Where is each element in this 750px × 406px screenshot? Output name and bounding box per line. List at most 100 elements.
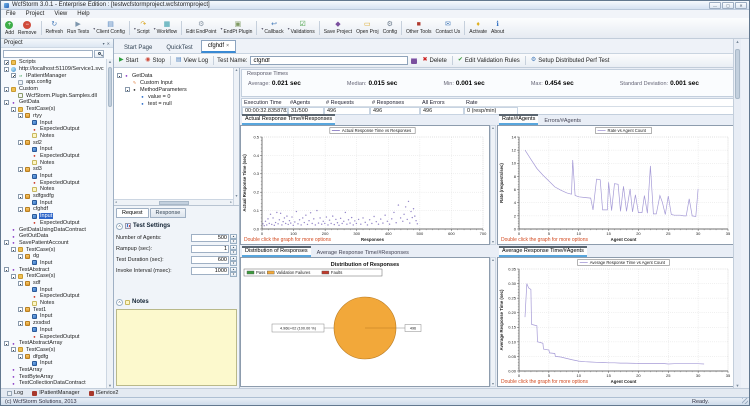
tree-item[interactable]: ● ExpectedOutput: [1, 293, 106, 300]
tree-item[interactable]: ● GetData: [1, 99, 106, 106]
spinner-down-icon[interactable]: ▾: [230, 238, 237, 244]
tab-quicktest[interactable]: QuickTest: [160, 43, 198, 53]
spinner-down-icon[interactable]: ▾: [230, 249, 237, 255]
collapse-icon[interactable]: ^: [116, 222, 123, 230]
spinner-down-icon[interactable]: ▾: [230, 260, 237, 266]
chart-canvas[interactable]: 0 5 10 15 20 25 30 35 0 2 4 6 8 10 12 14 Agent Count Rate…: [497, 125, 735, 245]
tree-item[interactable]: ● TestByteArray: [1, 373, 106, 380]
dropdown-icon[interactable]: ▾: [93, 26, 95, 31]
tree-item[interactable]: TestCase(s): [1, 106, 106, 113]
tree-item[interactable]: Notes: [1, 159, 106, 166]
client-config-button[interactable]: ▾ ▤ Client Config: [91, 19, 127, 37]
tree-item[interactable]: ● TestAbstract: [1, 266, 106, 273]
notes-textarea[interactable]: [116, 309, 237, 386]
resize-grip[interactable]: [742, 398, 748, 404]
tree-item[interactable]: ● ExpectedOutput: [1, 153, 106, 160]
tree-item[interactable]: Input: [1, 213, 106, 220]
tree-expander-icon[interactable]: [11, 347, 16, 353]
dropdown-icon[interactable]: ▾: [154, 26, 156, 31]
tree-item[interactable]: ✎ Custom Input: [114, 79, 239, 86]
edit-validation-rules-button[interactable]: ✔ Edit Validation Rules: [456, 56, 522, 65]
tree-expander-icon[interactable]: [18, 354, 23, 360]
tree-expander-icon[interactable]: [18, 206, 23, 212]
tree-expander-icon[interactable]: [4, 66, 9, 72]
endpt-plugin-button[interactable]: ▾ ▣ EndPt Plugin: [218, 19, 254, 37]
tab-cfghdf[interactable]: cfghdf ×: [200, 40, 236, 53]
chart-tab[interactable]: Errors/#Agents: [541, 118, 584, 125]
tree-item[interactable]: cfghdf: [1, 206, 106, 213]
stop-button[interactable]: ◉ Stop: [143, 56, 167, 65]
menu-item-help[interactable]: Help: [72, 11, 94, 17]
tree-item[interactable]: ● GetOutData: [1, 233, 106, 240]
tree-expander-icon[interactable]: [4, 59, 9, 65]
tree-item[interactable]: http://localhost:51109/Service1.svc: [1, 66, 106, 73]
tree-item[interactable]: sdf: [1, 280, 106, 287]
workflow-button[interactable]: ▾ ▦ Workflow: [152, 19, 179, 37]
tree-item[interactable]: ● SavePatientAccount: [1, 240, 106, 247]
tree-item[interactable]: ● GetDataUsingDataContract: [1, 226, 106, 233]
tree-item[interactable]: ● ExpectedOutput: [1, 179, 106, 186]
validations-button[interactable]: ▾ ☑ Validations: [286, 19, 317, 37]
tree-item[interactable]: ● ExpectedOutput: [1, 126, 106, 133]
panel-close-icon[interactable]: ✕: [107, 41, 110, 46]
chart-tab[interactable]: Actual Response Time/#Responses: [242, 114, 336, 125]
tree-item[interactable]: ● TestArray: [1, 367, 106, 374]
tree-item[interactable]: TestCase(s): [1, 246, 106, 253]
chart-canvas[interactable]: Distribution of Responses Pass Validation …: [240, 257, 490, 387]
minimize-icon[interactable]: —: [709, 2, 721, 9]
dropdown-icon[interactable]: ▾: [288, 26, 290, 31]
bottom-tab-log[interactable]: Log: [3, 389, 27, 397]
menu-item-project[interactable]: Project: [21, 11, 50, 17]
chart-tab[interactable]: Average Response Time/#Agents: [499, 246, 587, 257]
other-tools-button[interactable]: ■ Other Tools: [404, 19, 433, 37]
tree-item[interactable]: sdfgsdfg: [1, 193, 106, 200]
scrollbar-thumb[interactable]: [735, 49, 740, 99]
tree-expander-icon[interactable]: [11, 273, 16, 279]
setting-input-invoke-interval-msec-[interactable]: [191, 266, 229, 275]
tree-item[interactable]: Input: [1, 286, 106, 293]
tree-item[interactable]: Input: [1, 260, 106, 267]
tree-item[interactable]: Input: [1, 327, 106, 334]
save-project-button[interactable]: ◆ Save Project: [322, 19, 354, 37]
tree-item[interactable]: rtyy: [1, 113, 106, 120]
open-proj-button[interactable]: ▭ Open Proj: [354, 19, 381, 37]
menu-item-view[interactable]: View: [49, 11, 72, 17]
scrollbar-thumb[interactable]: [108, 67, 112, 107]
remove-button[interactable]: − Remove: [16, 19, 39, 37]
tree-item[interactable]: sd2: [1, 139, 106, 146]
tree-item[interactable]: Input: [1, 119, 106, 126]
tree-item[interactable]: WcfStorm.Plugin.Samples.dll: [1, 92, 106, 99]
tree-expander-icon[interactable]: [11, 247, 16, 253]
run-tests-button[interactable]: ▶ Run Tests: [65, 19, 91, 37]
collapse-icon[interactable]: ^: [116, 298, 123, 306]
tree-item[interactable]: ● GetData: [114, 72, 239, 79]
tree-item[interactable]: Input: [1, 146, 106, 153]
script-button[interactable]: ▾ ↷ Script: [132, 19, 152, 37]
save-test-icon[interactable]: [411, 57, 418, 64]
add-button[interactable]: + Add: [3, 19, 16, 37]
bottom-tab-ipatientmanager[interactable]: IPatientManager: [28, 389, 83, 397]
tree-item[interactable]: Input: [1, 173, 106, 180]
tree-item[interactable]: Notes: [1, 186, 106, 193]
chart-tab[interactable]: Rate/#Agents: [499, 114, 539, 125]
project-tree-scrollbar[interactable]: ▲ ▼: [106, 59, 113, 388]
edit-endpoint-button[interactable]: ⚙ Edit EndPoint: [184, 19, 218, 37]
tree-item[interactable]: ● MethodParameters: [114, 86, 239, 93]
tree-expander-icon[interactable]: [125, 87, 130, 92]
chart-scrollbar[interactable]: ▲▼: [490, 257, 496, 387]
tree-expander-icon[interactable]: [4, 340, 9, 346]
view-log-button[interactable]: ▤ View Log: [174, 56, 210, 65]
tree-item[interactable]: dfgdfg: [1, 353, 106, 360]
start-button[interactable]: ▶ Start: [117, 56, 140, 65]
contact-us-button[interactable]: ✉ Contact Us: [434, 19, 463, 37]
tree-expander-icon[interactable]: [4, 86, 9, 92]
tree-expander-icon[interactable]: [18, 280, 23, 286]
search-button[interactable]: [94, 49, 104, 58]
setting-input-rampup-sec-[interactable]: [191, 244, 229, 253]
project-search-input[interactable]: [3, 49, 93, 58]
dropdown-icon[interactable]: ▾: [134, 26, 136, 31]
tree-expander-icon[interactable]: [18, 166, 23, 172]
tree-item[interactable]: TestCase(s): [1, 347, 106, 354]
tree-item[interactable]: Scripts: [1, 59, 106, 66]
tree-item[interactable]: Notes: [1, 133, 106, 140]
